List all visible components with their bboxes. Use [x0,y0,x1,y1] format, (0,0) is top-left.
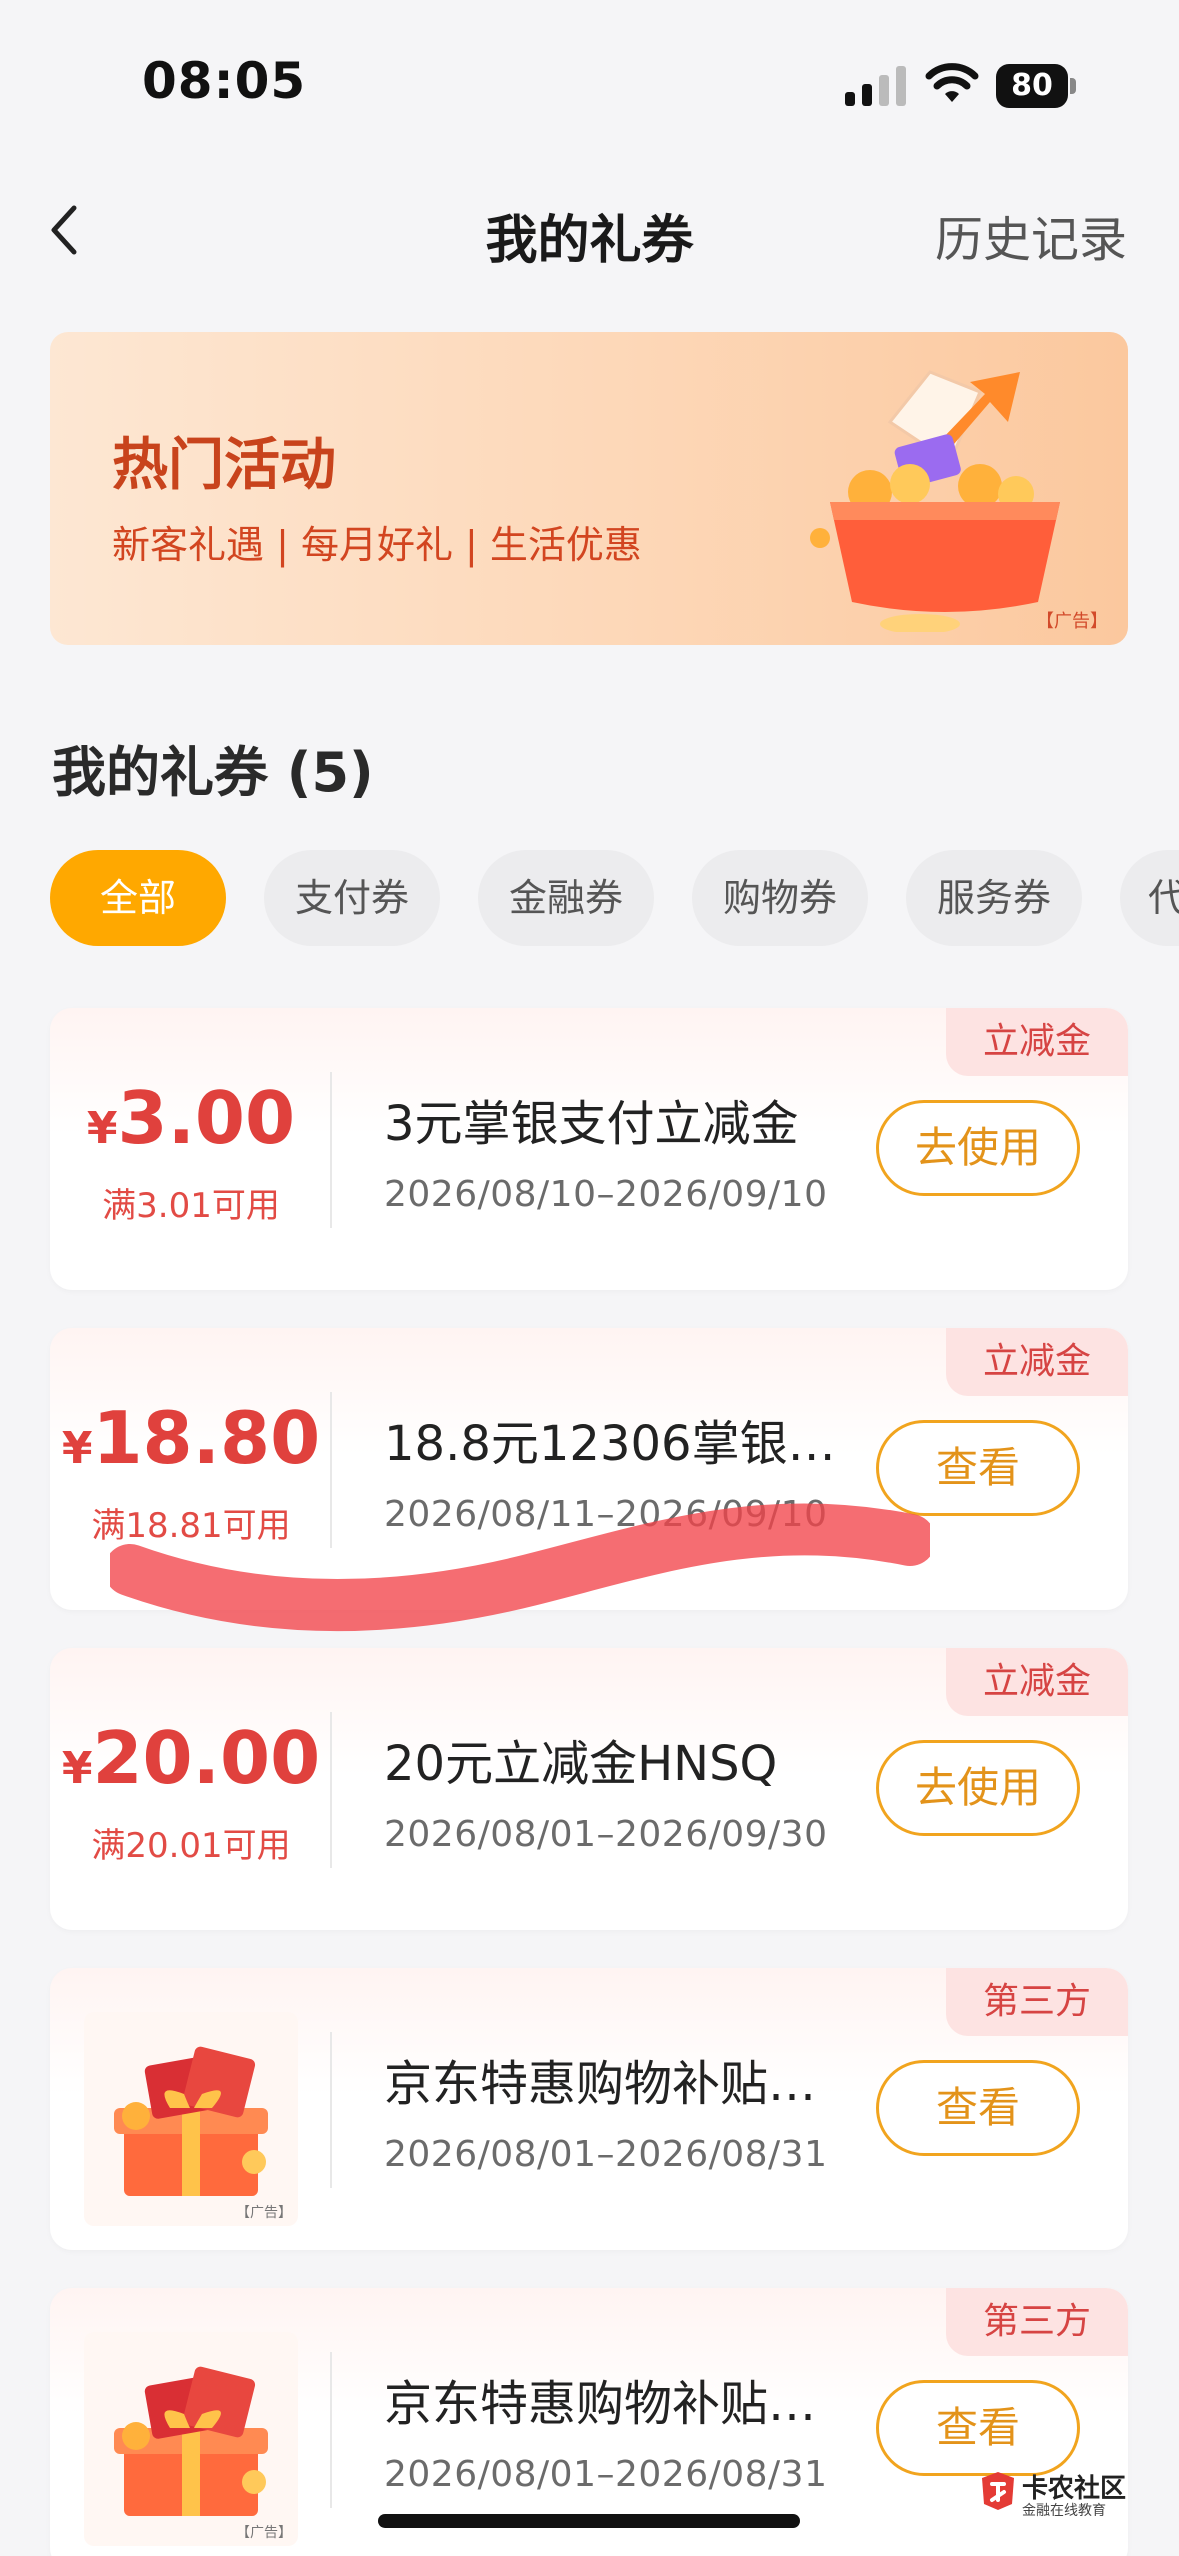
tab-finance[interactable]: 金融券 [478,850,654,946]
home-indicator[interactable] [378,2514,800,2528]
view-button[interactable]: 查看 [876,2380,1080,2476]
nav-bar: 我的礼券 历史记录 [0,170,1179,290]
section-title: 我的礼券 (5) [52,741,374,804]
divider [330,1712,332,1868]
use-button[interactable]: 去使用 [876,1100,1080,1196]
divider [330,2032,332,2188]
tab-all[interactable]: 全部 [50,850,226,946]
ad-label: 【广告】 [236,2525,292,2541]
banner-subtitle: 新客礼遇 | 每月好礼 | 生活优惠 [112,523,642,567]
gift-box-icon: 【广告】 [84,2012,298,2226]
coupon-tag: 立减金 [946,1008,1128,1076]
coupon-tag: 立减金 [946,1648,1128,1716]
coupon-title: 20元立减金HNSQ [384,1736,778,1792]
coupon-validity: 2026/08/01–2026/08/31 [384,2454,828,2495]
coupon-tag: 第三方 [946,2288,1128,2356]
coupon-validity: 2026/08/01–2026/09/30 [384,1814,828,1855]
coupon-validity: 2026/08/10–2026/09/10 [384,1174,828,1215]
battery-level: 80 [996,64,1068,108]
battery-icon: 80 [996,64,1076,108]
coupon-validity: 2026/08/01–2026/08/31 [384,2134,828,2175]
coupons-screen: 08:05 80 我的礼券 历史记录 热门活动 新客礼遇 | 每月好礼 | 生活… [0,0,1179,2556]
promo-banner[interactable]: 热门活动 新客礼遇 | 每月好礼 | 生活优惠 【广告】 [50,332,1128,645]
coupon-condition: 满20.01可用 [91,1826,291,1866]
coupon-card[interactable]: 立减金 ¥20.00 满20.01可用 20元立减金HNSQ 2026/08/0… [50,1648,1128,1930]
coupon-amount: ¥3.00 [86,1076,296,1160]
coupon-title: 京东特惠购物补贴… [384,2056,817,2112]
divider [330,1072,332,1228]
coupon-card[interactable]: 第三方 【广告】 京东特惠购物补贴… 2026/08/01–2026/08/31… [50,1968,1128,2250]
community-logo-icon [982,2472,1014,2510]
redaction-scribble [110,1503,930,1631]
banner-title: 热门活动 [112,433,336,498]
ad-label: 【广告】 [236,2205,292,2221]
cellular-signal-icon [845,66,906,106]
status-time: 08:05 [142,52,307,110]
filter-tabs: 全部 支付券 金融券 购物券 服务券 代 [50,850,1179,946]
view-button[interactable]: 查看 [876,2060,1080,2156]
coupon-tag: 第三方 [946,1968,1128,2036]
use-button[interactable]: 去使用 [876,1740,1080,1836]
coupon-tag: 立减金 [946,1328,1128,1396]
coupon-title: 18.8元12306掌银… [384,1416,836,1472]
divider [330,2352,332,2508]
history-link[interactable]: 历史记录 [935,200,1127,270]
coupon-card[interactable]: 立减金 ¥3.00 满3.01可用 3元掌银支付立减金 2026/08/10–2… [50,1008,1128,1290]
coupon-amount: ¥18.80 [61,1396,321,1480]
coupon-title: 京东特惠购物补贴… [384,2376,817,2432]
watermark-subtitle: 金融在线教育 [1022,2503,1106,2519]
wifi-icon [925,63,979,102]
status-bar: 08:05 80 [0,0,1179,150]
gift-box-icon: 【广告】 [84,2332,298,2546]
tab-more[interactable]: 代 [1120,850,1179,946]
ad-label: 【广告】 [1036,611,1108,632]
coupon-condition: 满3.01可用 [102,1186,280,1226]
watermark-logo: 卡农社区 金融在线教育 [978,2468,1158,2528]
coupon-amount: ¥20.00 [61,1716,321,1800]
tab-service[interactable]: 服务券 [906,850,1082,946]
tab-payment[interactable]: 支付券 [264,850,440,946]
coupon-title: 3元掌银支付立减金 [384,1096,799,1152]
tab-shopping[interactable]: 购物券 [692,850,868,946]
gift-basket-icon [810,370,1060,632]
